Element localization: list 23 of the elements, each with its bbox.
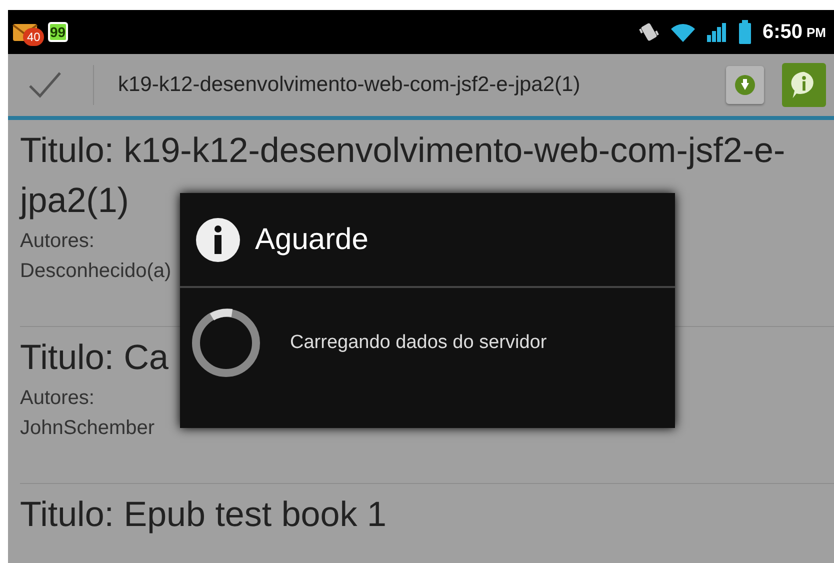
- clock-time: 6:50: [762, 20, 802, 44]
- battery-icon: [738, 20, 752, 44]
- info-icon: [195, 216, 241, 262]
- book-title: Titulo: Epub test book 1: [20, 494, 386, 536]
- download-button[interactable]: [726, 66, 764, 104]
- battery-widget: 99: [48, 22, 68, 42]
- authors-label: Autores:: [20, 229, 94, 254]
- book-title: Titulo: k19-k12-desenvolvimento-web-com-jsf2-e-jpa2(1): [20, 130, 786, 222]
- signal-icon: [706, 21, 728, 43]
- info-button[interactable]: [782, 63, 826, 107]
- download-icon: [734, 74, 756, 96]
- clock-suffix: PM: [806, 24, 826, 40]
- author-name: JohnSchember: [20, 416, 155, 441]
- authors-label: Autores:: [20, 386, 94, 411]
- checkmark-icon: [28, 71, 62, 99]
- dialog-message: Carregando dados do servidor: [290, 332, 547, 354]
- book-title: Titulo: Ca: [20, 337, 168, 379]
- wifi-icon: [670, 21, 696, 43]
- author-name: Desconhecido(a): [20, 259, 172, 284]
- notification-badge: 40: [23, 28, 44, 46]
- dialog-title: Aguarde: [255, 222, 368, 256]
- action-bar-title: k19-k12-desenvolvimento-web-com-jsf2-e-jpa2(1): [118, 73, 582, 97]
- vibrate-icon: [638, 21, 660, 43]
